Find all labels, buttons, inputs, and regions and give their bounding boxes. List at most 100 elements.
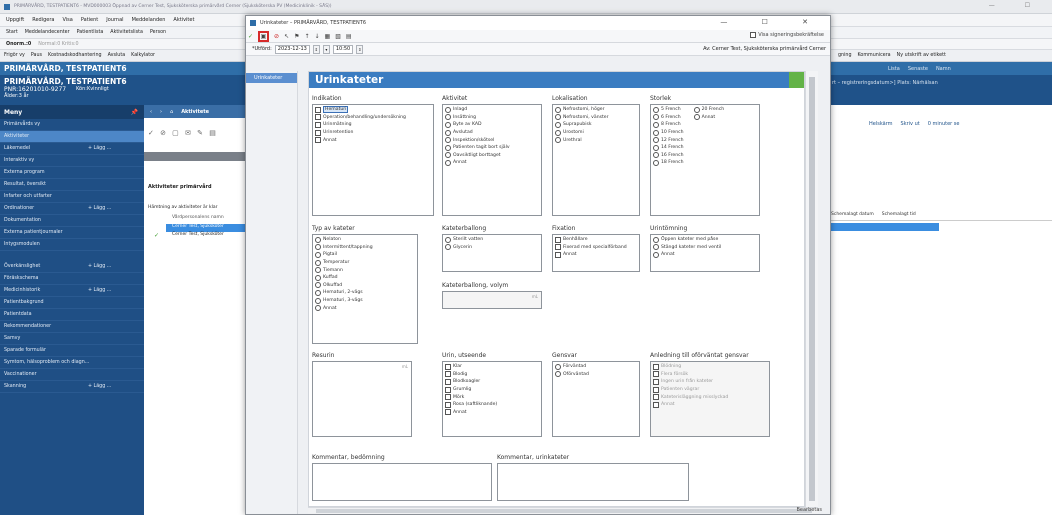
option-rb[interactable]: Urethral (555, 136, 637, 144)
banner-item[interactable]: Namn (936, 66, 951, 72)
radio-button[interactable] (555, 121, 561, 128)
toolbar-item[interactable]: Meddelandecenter (25, 30, 70, 35)
sidebar-item[interactable]: Resultat, översikt (0, 179, 144, 191)
save-icon[interactable]: ▣ (258, 30, 269, 42)
date-field[interactable]: 2023-12-13 (274, 44, 310, 54)
sign-confirm-toggle[interactable]: Visa signeringsbekräftelse (750, 32, 824, 38)
down-arrow-icon[interactable]: ↓ (314, 33, 319, 40)
toolbar-item[interactable]: Start (6, 30, 18, 35)
checkbox[interactable] (555, 236, 561, 243)
option-cb[interactable]: Patienten vägrar (653, 386, 767, 394)
option-rb[interactable]: 10 French (653, 129, 684, 137)
radio-button[interactable] (653, 236, 659, 243)
option-rb[interactable]: Olkuffad (315, 282, 415, 290)
checkbox[interactable] (315, 129, 321, 136)
option-cb[interactable]: Urinretention (315, 129, 431, 137)
radio-button[interactable] (653, 121, 659, 128)
right-selected-row[interactable] (829, 223, 939, 231)
option-cb[interactable]: Annat (653, 401, 767, 409)
option-cb[interactable]: Grumlig (445, 386, 539, 394)
sidebar-item[interactable]: Patientdata (0, 309, 144, 321)
form-vertical-scrollbar[interactable] (805, 71, 818, 507)
radio-button[interactable] (555, 137, 561, 144)
option-rb[interactable]: 5 French (653, 106, 684, 114)
nav-item-urinkateter[interactable]: Urinkateter (246, 73, 297, 83)
option-rb[interactable]: Annat (653, 251, 757, 259)
option-rb[interactable]: Annat (315, 304, 415, 312)
sidebar-item[interactable]: Symtom, hälsoproblem och diagn... (0, 357, 144, 369)
option-cb[interactable]: Blodkoagler (445, 378, 539, 386)
radio-button[interactable] (315, 274, 321, 281)
flag-icon[interactable]: ⚑ (294, 33, 299, 40)
pointer-icon[interactable]: ↖ (284, 33, 289, 40)
toolbar-item[interactable]: Frigör vy (4, 53, 25, 58)
time-field[interactable]: 10:50 (332, 44, 354, 54)
radio-button[interactable] (555, 129, 561, 136)
radio-button[interactable] (653, 114, 659, 121)
sidebar-add-link[interactable]: + Lägg ... (88, 206, 111, 211)
checkbox[interactable] (653, 394, 659, 401)
right-tool[interactable]: Helskärm (869, 121, 893, 127)
sidebar-item[interactable]: Dokumentation (0, 215, 144, 227)
option-rb[interactable]: Byte av KAD (445, 121, 539, 129)
radio-button[interactable] (445, 152, 451, 159)
option-rb[interactable]: Förväntad (555, 363, 637, 371)
menu-item[interactable]: Uppgift (6, 17, 24, 23)
calendar-dropdown-icon[interactable]: ▾ (322, 44, 330, 54)
option-rb[interactable]: 18 French (653, 159, 684, 167)
home-icon[interactable]: ⌂ (170, 109, 173, 115)
option-rb[interactable]: Nefrostomi, vänster (555, 114, 637, 122)
option-rb[interactable]: Avslutad (445, 129, 539, 137)
option-cb[interactable]: Kateterisläggning misslyckad (653, 393, 767, 401)
toolbar-item[interactable]: Kalkylator (131, 53, 155, 58)
radio-button[interactable] (653, 106, 659, 113)
radio-button[interactable] (445, 121, 451, 128)
menu-item[interactable]: Aktivitet (173, 17, 194, 23)
radio-button[interactable] (445, 144, 451, 151)
option-rb[interactable]: Kuffad (315, 274, 415, 282)
checkbox[interactable] (445, 386, 451, 393)
sidebar-item[interactable]: Sparade formulär (0, 345, 144, 357)
option-rb[interactable]: Annat (445, 159, 539, 167)
option-rb[interactable]: Hematuri, 3-vägs (315, 297, 415, 305)
sidebar-item[interactable]: Föräskschema (0, 273, 144, 285)
radio-button[interactable] (315, 259, 321, 266)
radio-button[interactable] (653, 244, 659, 251)
option-cb[interactable]: Hematuri (315, 106, 431, 114)
toolbar-item[interactable]: Patientlista (77, 30, 104, 35)
activity-toolbar-icons[interactable]: ✓ ⊘ ▢ ✉ ✎ ▤ (148, 129, 218, 137)
banner-item[interactable]: Lista (888, 66, 900, 72)
option-cb[interactable]: Klar (445, 363, 539, 371)
option-cb[interactable]: Fixerad med specialförband (555, 244, 637, 252)
checkbox[interactable] (555, 244, 561, 251)
right-tool[interactable]: 0 minuter se (928, 121, 960, 127)
sidebar-item[interactable]: Primärvårds vy (0, 119, 144, 131)
sidebar-add-link[interactable]: + Lägg ... (88, 264, 111, 269)
toolbar-item[interactable]: Avsluta (108, 53, 126, 58)
date-spinner[interactable]: ⇕ (312, 44, 320, 54)
radio-button[interactable] (315, 282, 321, 289)
option-cb[interactable]: Annat (315, 136, 431, 144)
toolbar-item[interactable]: Kostnadskodhantering (48, 53, 102, 58)
hscroll-thumb[interactable] (316, 509, 812, 513)
kommentar-bedomning-input[interactable] (312, 463, 492, 501)
forward-icon[interactable]: › (160, 109, 162, 115)
option-cb[interactable]: Blodig (445, 371, 539, 379)
sidebar-item[interactable]: Rekommendationer (0, 321, 144, 333)
sidebar-item[interactable]: Externa program (0, 167, 144, 179)
option-rb[interactable]: Pigtail (315, 251, 415, 259)
option-rb[interactable]: Insättning (445, 114, 539, 122)
option-cb[interactable]: Operation/behandling/undersökning (315, 114, 431, 122)
radio-button[interactable] (315, 305, 321, 312)
toolbar-item[interactable]: Ny utskrift av etikett (897, 53, 946, 58)
toolbar-item[interactable]: Person (150, 30, 166, 35)
toolbar-item[interactable]: Kommunicera (858, 53, 891, 58)
option-cb[interactable]: Annat (445, 409, 539, 417)
radio-button[interactable] (555, 114, 561, 121)
form-horizontal-scrollbar[interactable] (308, 507, 818, 514)
radio-button[interactable] (315, 244, 321, 251)
pin-icon[interactable]: 📌 (131, 109, 138, 116)
sidebar-item[interactable]: Skanning + Lägg ... (0, 381, 144, 393)
option-rb[interactable]: 14 French (653, 144, 684, 152)
checkbox[interactable] (445, 394, 451, 401)
